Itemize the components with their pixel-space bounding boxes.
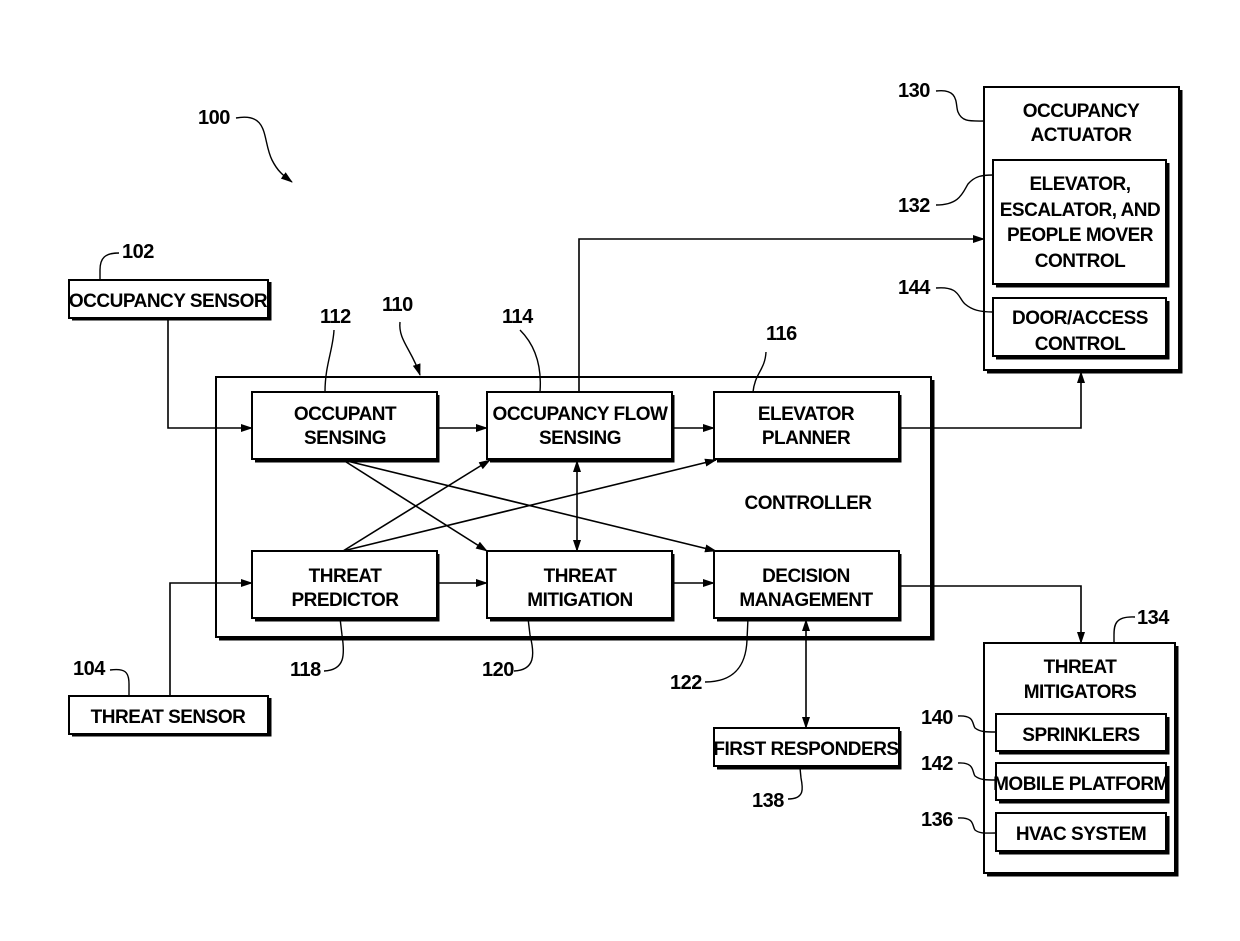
ref-120: 120 bbox=[482, 659, 514, 681]
block-occupant-sensing[interactable]: OCCUPANT SENSING bbox=[251, 391, 440, 463]
block-hvac-system[interactable]: HVAC SYSTEM bbox=[995, 812, 1170, 855]
block-occupancy-flow-sensing[interactable]: OCCUPANCY FLOW SENSING bbox=[486, 391, 675, 463]
block-threat-mitigation[interactable]: THREAT MITIGATION bbox=[486, 550, 675, 622]
figure-ref-arrow bbox=[235, 116, 293, 183]
leader-134 bbox=[1113, 616, 1136, 643]
block-door-access-control[interactable]: DOOR/ACCESS CONTROL bbox=[992, 297, 1170, 360]
ref-114: 114 bbox=[502, 306, 534, 328]
ref-122: 122 bbox=[670, 672, 702, 694]
figure-ref-label: 100 bbox=[198, 107, 230, 129]
block-label-line2: MITIGATION bbox=[527, 590, 632, 611]
block-label-line1: ELEVATOR, bbox=[1029, 174, 1130, 195]
controller-label: CONTROLLER bbox=[745, 493, 873, 514]
block-elevator-escalator-control[interactable]: ELEVATOR, ESCALATOR, AND PEOPLE MOVER CO… bbox=[992, 159, 1170, 288]
ref-118: 118 bbox=[290, 659, 321, 681]
block-label-line1: ELEVATOR bbox=[758, 404, 855, 425]
block-label-line1: DOOR/ACCESS bbox=[1012, 308, 1148, 329]
block-label-line4: CONTROL bbox=[1035, 251, 1126, 272]
ref-138: 138 bbox=[752, 790, 784, 812]
block-label-line1: THREAT bbox=[544, 566, 618, 587]
block-label: THREAT SENSOR bbox=[91, 707, 246, 728]
ref-112: 112 bbox=[320, 306, 351, 328]
block-label-line1: OCCUPANT bbox=[294, 404, 397, 425]
block-label-line2: MITIGATORS bbox=[1024, 682, 1137, 703]
leader-130 bbox=[935, 90, 985, 122]
block-label-line2: CONTROL bbox=[1035, 334, 1126, 355]
block-sprinklers[interactable]: SPRINKLERS bbox=[995, 713, 1170, 755]
ref-130: 130 bbox=[898, 80, 930, 102]
block-label-line1: THREAT bbox=[1044, 657, 1118, 678]
block-label-line2: SENSING bbox=[304, 428, 386, 449]
block-threat-sensor[interactable]: THREAT SENSOR bbox=[68, 695, 272, 737]
figure-ref-100: 100 bbox=[198, 107, 293, 183]
block-label-line1: THREAT bbox=[309, 566, 383, 587]
leader-110 bbox=[399, 321, 421, 376]
ref-134: 134 bbox=[1137, 607, 1170, 629]
leader-102 bbox=[99, 252, 120, 280]
block-label-line2: PLANNER bbox=[762, 428, 851, 449]
system-block-diagram: 100 OCCUPANCY SENSOR 102 THREAT SENSOR 1… bbox=[68, 80, 1183, 877]
block-label: MOBILE PLATFORM bbox=[993, 774, 1169, 795]
block-first-responders[interactable]: FIRST RESPONDERS bbox=[713, 727, 902, 770]
ref-132: 132 bbox=[898, 195, 930, 217]
block-label-line1: DECISION bbox=[762, 566, 850, 587]
block-label: OCCUPANCY SENSOR bbox=[69, 291, 268, 312]
block-label-line2: PREDICTOR bbox=[291, 590, 399, 611]
block-label-line3: PEOPLE MOVER bbox=[1007, 225, 1154, 246]
block-label-line2: ACTUATOR bbox=[1031, 125, 1133, 146]
ref-144: 144 bbox=[898, 277, 931, 299]
ref-140: 140 bbox=[921, 707, 953, 729]
block-label: SPRINKLERS bbox=[1022, 725, 1139, 746]
ref-102: 102 bbox=[122, 241, 154, 263]
ref-104: 104 bbox=[73, 658, 106, 680]
block-decision-management[interactable]: DECISION MANAGEMENT bbox=[713, 550, 902, 622]
block-occupancy-sensor[interactable]: OCCUPANCY SENSOR bbox=[68, 279, 272, 321]
block-label-line1: OCCUPANCY bbox=[1023, 101, 1140, 122]
ref-110: 110 bbox=[382, 294, 413, 316]
block-label: HVAC SYSTEM bbox=[1016, 824, 1146, 845]
block-label-line2: MANAGEMENT bbox=[739, 590, 873, 611]
conn-flow-to-occupancy-actuator bbox=[578, 235, 985, 392]
ref-142: 142 bbox=[921, 753, 953, 775]
block-label: FIRST RESPONDERS bbox=[713, 739, 898, 760]
leader-104 bbox=[109, 668, 130, 696]
ref-116: 116 bbox=[766, 323, 797, 345]
ref-136: 136 bbox=[921, 809, 953, 831]
block-elevator-planner[interactable]: ELEVATOR PLANNER bbox=[713, 391, 902, 463]
block-threat-predictor[interactable]: THREAT PREDICTOR bbox=[251, 550, 440, 622]
block-label-line2: ESCALATOR, AND bbox=[1000, 200, 1160, 221]
leader-138 bbox=[787, 767, 803, 800]
block-label-line2: SENSING bbox=[539, 428, 621, 449]
block-mobile-platform[interactable]: MOBILE PLATFORM bbox=[993, 762, 1170, 804]
block-label-line1: OCCUPANCY FLOW bbox=[493, 404, 668, 425]
